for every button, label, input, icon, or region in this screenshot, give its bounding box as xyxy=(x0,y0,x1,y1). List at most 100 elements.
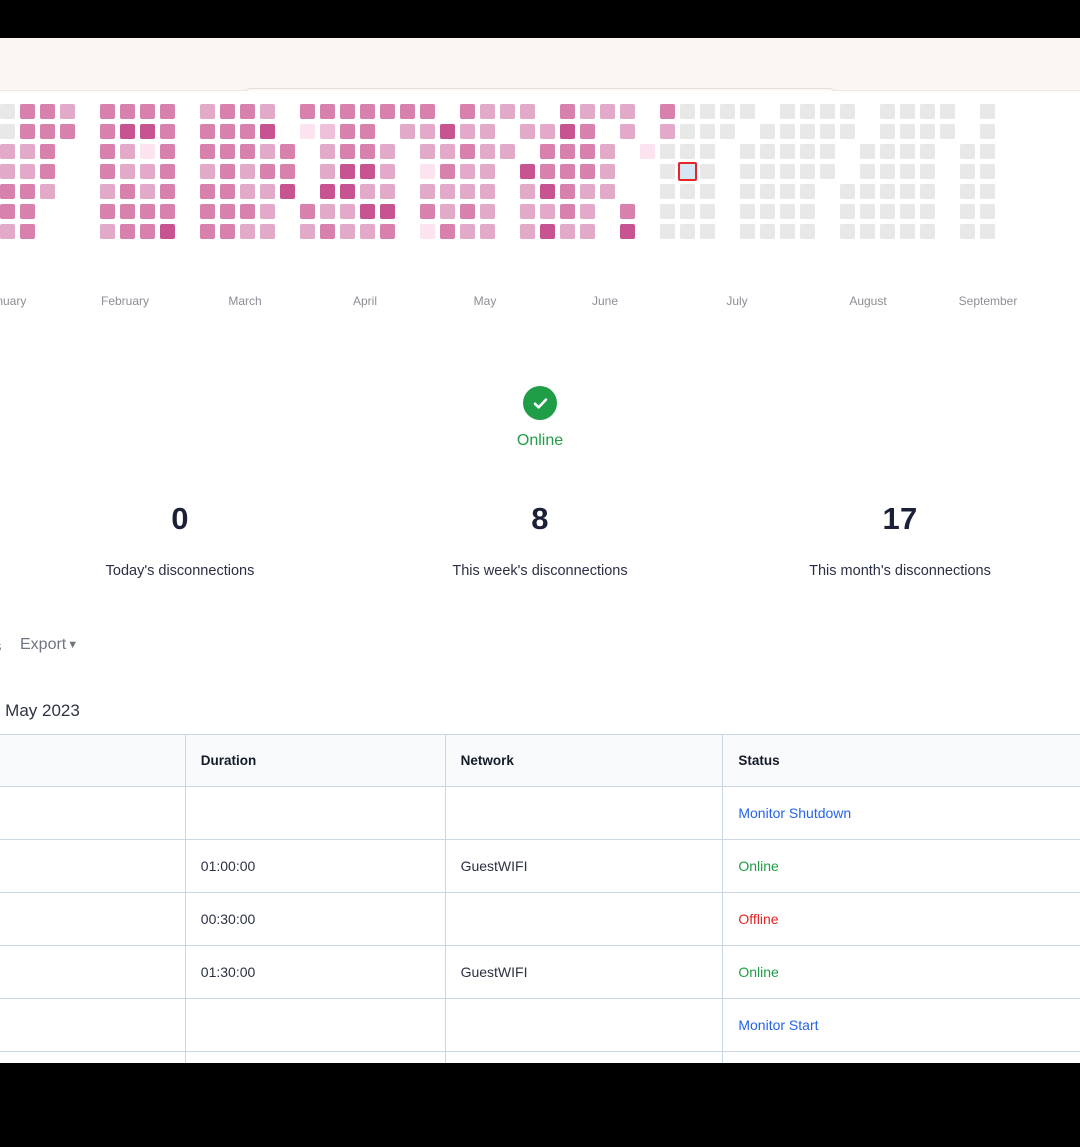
heatmap-cell[interactable] xyxy=(600,164,615,179)
heatmap-cell[interactable] xyxy=(440,184,455,199)
heatmap-cell[interactable] xyxy=(20,124,35,139)
heatmap-cell[interactable] xyxy=(660,104,675,119)
heatmap-cell[interactable] xyxy=(40,124,55,139)
heatmap-cell[interactable] xyxy=(380,224,395,239)
heatmap-cell[interactable] xyxy=(600,144,615,159)
heatmap-cell[interactable] xyxy=(380,144,395,159)
heatmap-cell[interactable] xyxy=(160,144,175,159)
heatmap-cell[interactable] xyxy=(460,164,475,179)
heatmap-cell[interactable] xyxy=(800,184,815,199)
heatmap-cell[interactable] xyxy=(380,104,395,119)
heatmap-cell[interactable] xyxy=(520,124,535,139)
table-header-duration[interactable]: Duration xyxy=(184,734,446,787)
heatmap-cell[interactable] xyxy=(320,204,335,219)
heatmap-cell[interactable] xyxy=(780,204,795,219)
heatmap-cell[interactable] xyxy=(120,164,135,179)
heatmap-cell[interactable] xyxy=(480,104,495,119)
heatmap-cell[interactable] xyxy=(960,204,975,219)
heatmap-cell[interactable] xyxy=(140,104,155,119)
heatmap-cell[interactable] xyxy=(560,224,575,239)
heatmap-cell[interactable] xyxy=(660,164,675,179)
heatmap-cell[interactable] xyxy=(560,104,575,119)
heatmap-cell[interactable] xyxy=(520,204,535,219)
heatmap-cell[interactable] xyxy=(320,144,335,159)
heatmap-cell[interactable] xyxy=(120,184,135,199)
heatmap-cell[interactable] xyxy=(920,144,935,159)
heatmap-cell[interactable] xyxy=(580,224,595,239)
heatmap-cell[interactable] xyxy=(880,104,895,119)
heatmap-cell[interactable] xyxy=(580,164,595,179)
heatmap-cell[interactable] xyxy=(320,124,335,139)
heatmap-cell[interactable] xyxy=(820,164,835,179)
heatmap-cell[interactable] xyxy=(620,104,635,119)
heatmap-cell[interactable] xyxy=(260,124,275,139)
heatmap-cell[interactable] xyxy=(220,124,235,139)
heatmap-cell[interactable] xyxy=(160,164,175,179)
heatmap-cell[interactable] xyxy=(760,164,775,179)
heatmap-cell[interactable] xyxy=(120,104,135,119)
heatmap-cell[interactable] xyxy=(980,104,995,119)
heatmap-cell[interactable] xyxy=(820,124,835,139)
heatmap-cell[interactable] xyxy=(0,164,15,179)
heatmap-cell[interactable] xyxy=(540,184,555,199)
heatmap-cell[interactable] xyxy=(840,104,855,119)
heatmap-cell[interactable] xyxy=(880,204,895,219)
heatmap-cell[interactable] xyxy=(880,224,895,239)
heatmap-cell[interactable] xyxy=(480,124,495,139)
heatmap-cell[interactable] xyxy=(440,144,455,159)
heatmap-cell[interactable] xyxy=(720,104,735,119)
status-badge[interactable]: Monitor Start xyxy=(738,1017,818,1033)
heatmap-cell[interactable] xyxy=(220,224,235,239)
heatmap-cell[interactable] xyxy=(960,224,975,239)
heatmap-cell[interactable] xyxy=(100,144,115,159)
heatmap-cell[interactable] xyxy=(980,224,995,239)
heatmap-cell[interactable] xyxy=(0,204,15,219)
heatmap-cell[interactable] xyxy=(740,184,755,199)
heatmap-cell[interactable] xyxy=(340,224,355,239)
heatmap-cell[interactable] xyxy=(220,104,235,119)
heatmap-cell[interactable] xyxy=(420,144,435,159)
heatmap-cell[interactable] xyxy=(520,104,535,119)
heatmap-cell[interactable] xyxy=(160,124,175,139)
heatmap-cell[interactable] xyxy=(520,224,535,239)
heatmap-cell[interactable] xyxy=(60,104,75,119)
table-header-status[interactable]: Status xyxy=(722,734,1080,787)
heatmap-cell[interactable] xyxy=(100,224,115,239)
heatmap-cell[interactable] xyxy=(40,144,55,159)
heatmap-cell[interactable] xyxy=(820,104,835,119)
heatmap-cell[interactable] xyxy=(160,204,175,219)
heatmap-cell[interactable] xyxy=(320,104,335,119)
heatmap-cell[interactable] xyxy=(340,184,355,199)
heatmap-cell[interactable] xyxy=(320,224,335,239)
heatmap-cell[interactable] xyxy=(420,224,435,239)
heatmap-cell[interactable] xyxy=(520,164,535,179)
heatmap-cell[interactable] xyxy=(140,204,155,219)
heatmap-cell[interactable] xyxy=(20,204,35,219)
heatmap-cell[interactable] xyxy=(200,144,215,159)
heatmap-cell[interactable] xyxy=(460,144,475,159)
heatmap-cell[interactable] xyxy=(240,104,255,119)
heatmap-cell[interactable] xyxy=(540,224,555,239)
heatmap-cell[interactable] xyxy=(920,104,935,119)
heatmap-cell[interactable] xyxy=(260,144,275,159)
heatmap-cell[interactable] xyxy=(600,104,615,119)
heatmap-cell[interactable] xyxy=(200,224,215,239)
heatmap-cell[interactable] xyxy=(480,224,495,239)
heatmap-cell[interactable] xyxy=(620,124,635,139)
heatmap-cell[interactable] xyxy=(300,224,315,239)
heatmap-cell[interactable] xyxy=(780,124,795,139)
heatmap-cell[interactable] xyxy=(460,204,475,219)
heatmap-cell[interactable] xyxy=(860,204,875,219)
heatmap-cell[interactable] xyxy=(220,184,235,199)
heatmap-cell[interactable] xyxy=(920,184,935,199)
heatmap-cell[interactable] xyxy=(400,104,415,119)
heatmap-cell[interactable] xyxy=(460,124,475,139)
heatmap-cell[interactable] xyxy=(800,104,815,119)
table-row[interactable]: 01:30:00 GuestWIFI Online xyxy=(0,945,1080,999)
status-badge[interactable]: Monitor Shutdown xyxy=(738,805,851,821)
heatmap-cell[interactable] xyxy=(440,204,455,219)
heatmap-cell[interactable] xyxy=(560,124,575,139)
heatmap-cell[interactable] xyxy=(840,204,855,219)
heatmap-cell[interactable] xyxy=(560,204,575,219)
export-button[interactable]: Export ▼ xyxy=(20,636,78,654)
